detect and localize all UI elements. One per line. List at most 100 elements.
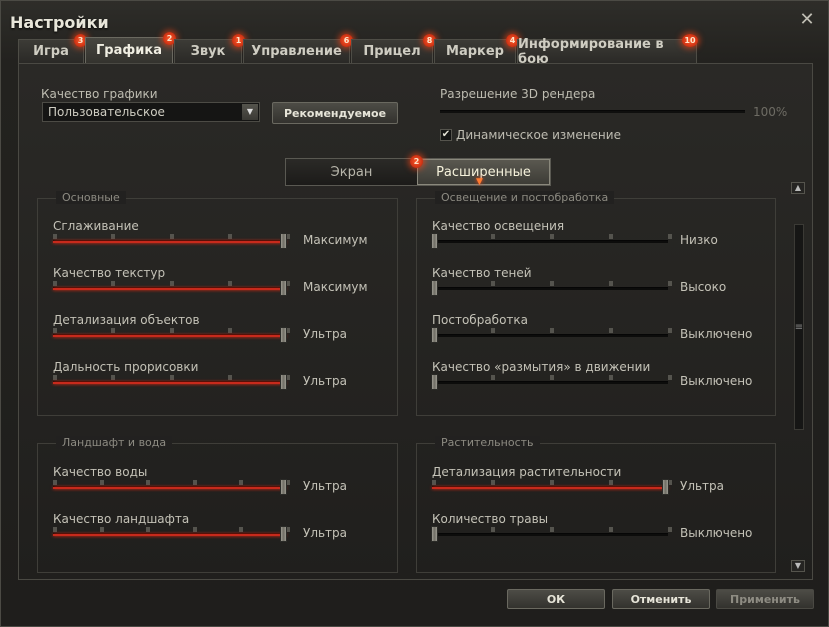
graphics-quality-select[interactable]: Пользовательское ▼ (42, 102, 260, 122)
slider-tick (668, 328, 672, 333)
recommended-button[interactable]: Рекомендуемое (272, 102, 398, 124)
slider-tick (609, 375, 613, 380)
slider-thumb[interactable] (662, 479, 669, 495)
cancel-button[interactable]: Отменить (612, 589, 710, 609)
setting-slider[interactable] (53, 334, 286, 337)
slider-tick (668, 281, 672, 286)
slider-thumb[interactable] (431, 280, 438, 296)
slider-tick (170, 375, 174, 380)
slider-thumb[interactable] (431, 327, 438, 343)
slider-tick (491, 527, 495, 532)
tab-sound[interactable]: Звук 1 (174, 34, 245, 63)
setting-value: Максимум (303, 233, 368, 247)
settings-window: Настройки ✕ Игра 3 Графика 2 Звук 1 Упра… (0, 0, 829, 627)
slider-thumb[interactable] (431, 374, 438, 390)
setting-slider[interactable] (432, 486, 668, 489)
tab-crosshair[interactable]: Прицел 8 (351, 34, 436, 63)
slider-tick (53, 375, 57, 380)
slider-fill (53, 241, 286, 243)
slider-thumb[interactable] (280, 327, 287, 343)
tab-controls[interactable]: Управление 6 (243, 34, 353, 63)
check-icon: ✔ (441, 129, 451, 140)
slider-tick (53, 480, 57, 485)
slider-tick (228, 234, 232, 239)
setting-slider[interactable] (53, 240, 286, 243)
render-resolution-slider[interactable] (440, 110, 745, 113)
slider-tick (111, 234, 115, 239)
chevron-down-icon[interactable]: ▼ (242, 104, 258, 120)
render-resolution-value: 100% (753, 105, 788, 119)
tab-marker[interactable]: Маркер 4 (434, 34, 519, 63)
tab-game[interactable]: Игра 3 (18, 34, 87, 63)
setting-label: Детализация растительности (432, 465, 622, 479)
tab-graphics[interactable]: Графика 2 (85, 32, 176, 63)
scroll-down-icon[interactable]: ▼ (791, 560, 805, 572)
slider-tick (550, 480, 554, 485)
tab-label: Управление (251, 44, 342, 59)
subtab-screen[interactable]: Экран (286, 159, 417, 185)
tab-badge: 10 (682, 34, 698, 47)
setting-label: Сглаживание (53, 219, 139, 233)
setting-label: Количество травы (432, 512, 549, 526)
slider-thumb[interactable] (280, 280, 287, 296)
subtab-switch: Экран Расширенные 2 ▼ (285, 155, 551, 187)
slider-thumb[interactable] (431, 526, 438, 542)
setting-slider[interactable] (432, 533, 668, 536)
slider-tick (668, 234, 672, 239)
setting-label: Качество текстур (53, 266, 166, 280)
setting-slider[interactable] (432, 381, 668, 384)
group-title: Освещение и постобработка (435, 191, 615, 204)
setting-label: Качество воды (53, 465, 148, 479)
tab-label: Маркер (446, 44, 504, 59)
tab-label: Информирование в бою (518, 36, 664, 67)
slider-fill (53, 335, 286, 337)
setting-label: Качество «размытия» в движении (432, 360, 651, 374)
slider-tick (193, 527, 197, 532)
setting-value: Ультра (303, 526, 348, 540)
close-icon[interactable]: ✕ (798, 11, 816, 29)
render-resolution-label: Разрешение 3D рендера (440, 87, 596, 101)
scroll-up-icon[interactable]: ▲ (791, 182, 805, 194)
slider-tick (170, 281, 174, 286)
slider-tick (609, 234, 613, 239)
setting-label: Детализация объектов (53, 313, 200, 327)
slider-tick (111, 281, 115, 286)
slider-tick (239, 527, 243, 532)
setting-value: Выключено (680, 374, 753, 388)
slider-tick (609, 281, 613, 286)
slider-fill (53, 288, 286, 290)
slider-thumb[interactable] (280, 233, 287, 249)
group-landscape: Ландшафт и вода (37, 436, 398, 573)
subtab-advanced[interactable]: Расширенные (417, 159, 550, 185)
tab-battle-info[interactable]: Информирование в бою 10 (517, 34, 698, 67)
setting-value: Выключено (680, 327, 753, 341)
setting-slider[interactable] (53, 533, 286, 536)
tab-label: Игра (33, 44, 69, 59)
tab-label: Прицел (363, 44, 421, 59)
setting-slider[interactable] (53, 381, 286, 384)
slider-tick (550, 375, 554, 380)
slider-tick (53, 234, 57, 239)
setting-slider[interactable] (432, 240, 668, 243)
setting-slider[interactable] (53, 287, 286, 290)
apply-button[interactable]: Применить (716, 589, 814, 609)
slider-tick (146, 527, 150, 532)
setting-value: Низко (680, 233, 718, 247)
slider-tick (550, 234, 554, 239)
tab-bar: Игра 3 Графика 2 Звук 1 Управление 6 При… (18, 32, 698, 67)
slider-tick (228, 281, 232, 286)
setting-slider[interactable] (432, 287, 668, 290)
caret-down-icon: ▼ (476, 177, 483, 187)
setting-value: Высоко (680, 280, 727, 294)
slider-thumb[interactable] (280, 526, 287, 542)
slider-thumb[interactable] (280, 479, 287, 495)
slider-thumb[interactable] (280, 374, 287, 390)
tab-label: Звук (190, 44, 226, 59)
setting-slider[interactable] (432, 334, 668, 337)
dynamic-change-checkbox[interactable]: ✔ (440, 129, 452, 141)
setting-slider[interactable] (53, 486, 286, 489)
scrollbar[interactable]: ≡ (794, 224, 804, 430)
ok-button[interactable]: ОК (507, 589, 605, 609)
window-title: Настройки (10, 13, 109, 32)
slider-thumb[interactable] (431, 233, 438, 249)
